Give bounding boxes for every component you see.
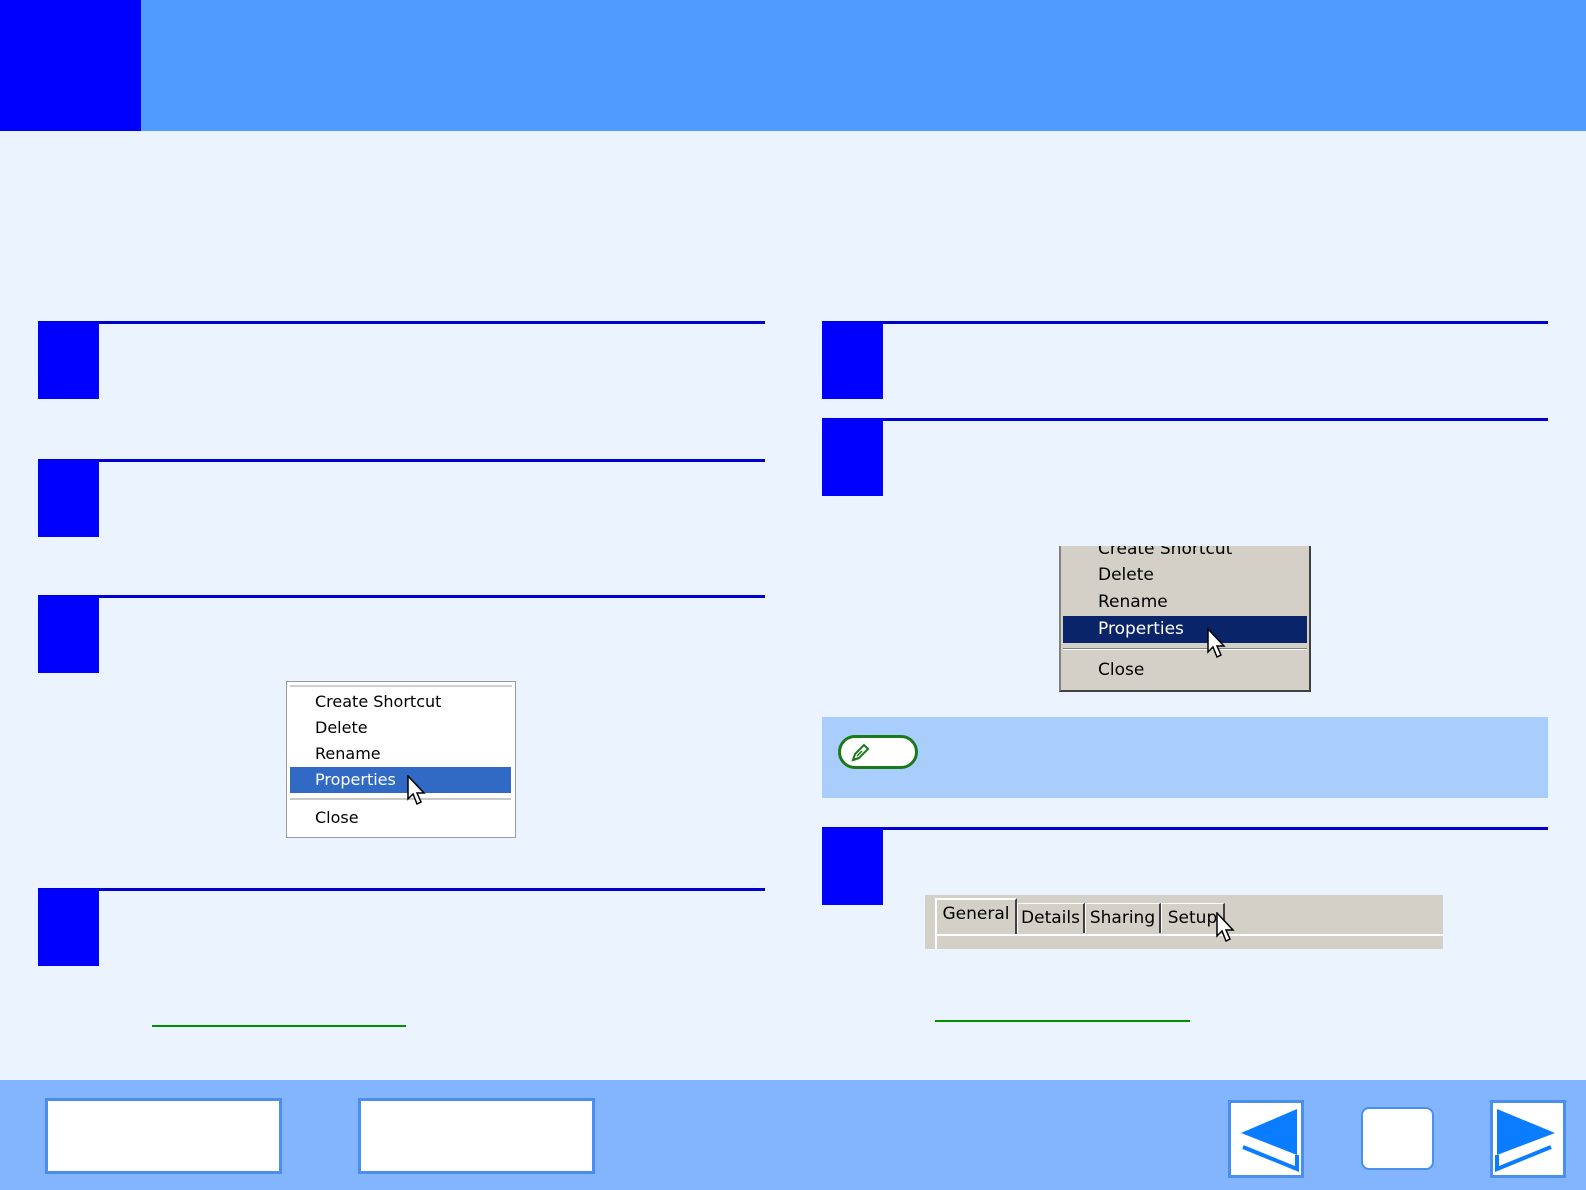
menu-item-rename[interactable]: Rename <box>290 741 511 767</box>
chapter-marker <box>0 0 141 131</box>
step-divider <box>822 418 1548 421</box>
next-page-button[interactable] <box>1490 1100 1566 1178</box>
menu-item-delete[interactable]: Delete <box>1063 562 1307 589</box>
back-arrow-icon <box>1241 1109 1299 1172</box>
tab-general[interactable]: General <box>935 898 1017 934</box>
tab-sharing[interactable]: Sharing <box>1085 903 1161 933</box>
page-header <box>0 0 1586 131</box>
step-divider <box>38 459 765 462</box>
properties-tab-strip: General Details Sharing Setup <box>925 895 1443 949</box>
link-underline[interactable] <box>152 1025 406 1027</box>
step-divider <box>38 595 765 598</box>
menu-separator <box>290 798 511 800</box>
mouse-pointer-icon <box>1207 628 1226 659</box>
footer-button-left[interactable] <box>45 1098 282 1174</box>
context-menu-classic: Create Shortcut Delete Rename Properties… <box>1059 546 1311 692</box>
note-badge <box>838 735 918 769</box>
step-number-box <box>822 828 883 905</box>
note-box <box>822 717 1548 798</box>
menu-item-close[interactable]: Close <box>290 805 511 831</box>
mouse-pointer-icon <box>1216 912 1235 943</box>
menu-separator <box>290 685 512 687</box>
home-page-button[interactable] <box>1361 1107 1434 1170</box>
forward-arrow-icon <box>1495 1109 1555 1172</box>
tab-baseline <box>935 934 1443 936</box>
context-menu-xp: Create Shortcut Delete Rename Properties… <box>286 681 516 838</box>
menu-item-create-shortcut[interactable]: Create Shortcut <box>1063 546 1307 563</box>
tab-details[interactable]: Details <box>1017 903 1085 933</box>
previous-page-button[interactable] <box>1228 1100 1304 1178</box>
menu-item-properties[interactable]: Properties <box>1063 616 1307 643</box>
tab-panel-edge <box>935 934 937 949</box>
footer-bar <box>0 1080 1586 1190</box>
menu-item-rename[interactable]: Rename <box>1063 589 1307 616</box>
step-divider <box>822 827 1548 830</box>
step-divider <box>822 321 1548 324</box>
step-number-box <box>38 596 99 673</box>
footer-button-middle[interactable] <box>358 1098 595 1174</box>
menu-item-create-shortcut[interactable]: Create Shortcut <box>290 689 511 715</box>
step-divider <box>38 321 765 324</box>
menu-item-delete[interactable]: Delete <box>290 715 511 741</box>
menu-item-properties[interactable]: Properties <box>290 767 511 793</box>
menu-item-close[interactable]: Close <box>1063 657 1307 684</box>
link-underline[interactable] <box>935 1020 1190 1022</box>
step-number-box <box>38 889 99 966</box>
step-number-box <box>38 460 99 537</box>
menu-separator <box>1063 648 1307 650</box>
pencil-icon <box>851 743 870 762</box>
step-divider <box>38 888 765 891</box>
step-number-box <box>822 419 883 496</box>
step-number-box <box>822 322 883 399</box>
mouse-pointer-icon <box>407 775 426 806</box>
step-number-box <box>38 322 99 399</box>
